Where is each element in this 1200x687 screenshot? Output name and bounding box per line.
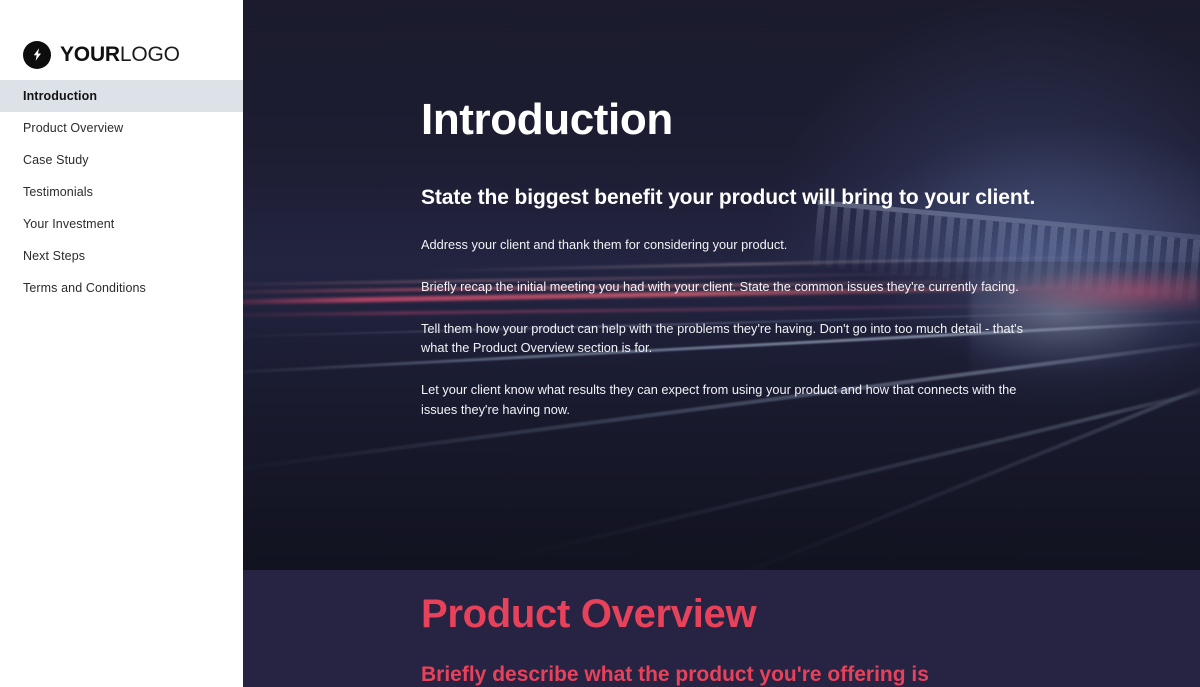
- sidebar-item-label: Testimonials: [23, 185, 93, 199]
- main-content: Introduction State the biggest benefit y…: [243, 0, 1200, 687]
- sidebar-item-label: Product Overview: [23, 121, 124, 135]
- sidebar-item-testimonials[interactable]: Testimonials: [0, 176, 243, 208]
- sidebar-item-label: Next Steps: [23, 249, 86, 263]
- logo[interactable]: YOURLOGO: [0, 0, 243, 80]
- sidebar-item-product-overview[interactable]: Product Overview: [0, 112, 243, 144]
- product-overview-copy: Product Overview Briefly describe what t…: [421, 570, 1061, 687]
- sidebar-item-label: Your Investment: [23, 217, 115, 231]
- hero-section: Introduction State the biggest benefit y…: [243, 0, 1200, 570]
- hero-paragraph-1: Address your client and thank them for c…: [421, 237, 788, 252]
- hero-paragraph-3: Tell them how your product can help with…: [421, 320, 1023, 356]
- page-title: Introduction: [421, 95, 673, 144]
- logo-text-bold: YOUR: [60, 43, 120, 66]
- sidebar-item-terms-and-conditions[interactable]: Terms and Conditions: [0, 272, 243, 304]
- sidebar-nav: Introduction Product Overview Case Study…: [0, 80, 243, 304]
- sidebar-item-label: Introduction: [23, 89, 98, 103]
- sidebar-item-your-investment[interactable]: Your Investment: [0, 208, 243, 240]
- hero-paragraph-2: Briefly recap the initial meeting you ha…: [421, 278, 1019, 294]
- sidebar-item-introduction[interactable]: Introduction: [0, 80, 243, 112]
- logo-text: YOURLOGO: [60, 44, 180, 65]
- product-overview-subtitle: Briefly describe what the product you're…: [421, 663, 929, 686]
- logo-text-light: LOGO: [119, 43, 180, 66]
- sidebar-item-label: Case Study: [23, 153, 89, 167]
- hero-subtitle: State the biggest benefit your product w…: [421, 186, 1036, 210]
- product-overview-section: Product Overview Briefly describe what t…: [243, 570, 1200, 687]
- sidebar-item-case-study[interactable]: Case Study: [0, 144, 243, 176]
- sidebar-item-label: Terms and Conditions: [23, 281, 146, 295]
- lightning-bolt-icon: [23, 40, 51, 69]
- product-overview-title: Product Overview: [421, 592, 757, 636]
- sidebar-item-next-steps[interactable]: Next Steps: [0, 240, 243, 272]
- sidebar: YOURLOGO Introduction Product Overview C…: [0, 0, 243, 687]
- hero-copy: Introduction State the biggest benefit y…: [421, 0, 1041, 420]
- hero-paragraph-4: Let your client know what results they c…: [421, 382, 1017, 418]
- presentation-page: YOURLOGO Introduction Product Overview C…: [0, 0, 1200, 687]
